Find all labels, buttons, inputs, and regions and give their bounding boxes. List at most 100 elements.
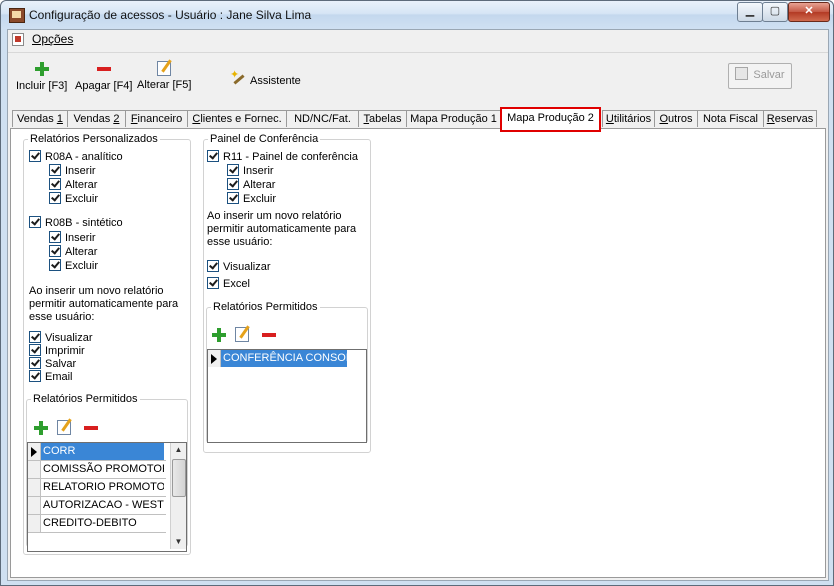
grid-cell[interactable]: RELATORIO PROMOTOR xyxy=(41,479,164,496)
tab-mapa-producao-2[interactable]: Mapa Produção 2 xyxy=(500,107,601,132)
grid-cell[interactable]: AUTORIZACAO - WEST xyxy=(41,497,164,514)
delete-label: Apagar [F4] xyxy=(75,80,133,92)
table-row[interactable]: CREDITO-DEBITO xyxy=(28,515,166,533)
scroll-thumb[interactable] xyxy=(172,459,186,497)
checkbox-r08b-excluir[interactable]: Excluir xyxy=(49,259,98,272)
right-permitted-grid[interactable]: CONFERÊNCIA CONSOL xyxy=(207,349,367,443)
magic-wand-icon xyxy=(230,68,246,87)
tab-financeiro[interactable]: Financeiro xyxy=(125,110,188,127)
assistant-button[interactable]: Assistente xyxy=(230,68,301,87)
checkbox-box[interactable] xyxy=(29,216,41,228)
checkbox-r11-inserir[interactable]: Inserir xyxy=(227,164,274,177)
table-row[interactable]: CONFERÊNCIA CONSOL xyxy=(208,350,366,367)
scroll-up-icon[interactable]: ▲ xyxy=(171,443,186,457)
tab-outros[interactable]: Outros xyxy=(654,110,698,127)
left-permitted-grid[interactable]: CORR COMISSÃO PROMOTOR RELATORIO PROMOTO… xyxy=(27,442,187,552)
toolbar: Incluir [F3] Apagar [F4] Alterar [F5] As… xyxy=(8,52,828,105)
checkbox-visualizar[interactable]: Visualizar xyxy=(29,331,93,344)
checkbox-box[interactable] xyxy=(207,277,219,289)
checkbox-r11-excluir[interactable]: Excluir xyxy=(227,192,276,205)
configuracao-window: Configuração de acessos - Usuário : Jane… xyxy=(0,0,834,586)
scroll-down-icon[interactable]: ▼ xyxy=(171,535,186,549)
close-button[interactable]: ✕ xyxy=(788,2,830,22)
edit-icon[interactable] xyxy=(57,420,71,435)
tab-vendas-2[interactable]: Vendas 2 xyxy=(67,110,126,127)
vertical-scrollbar[interactable]: ▲ ▼ xyxy=(170,443,186,549)
checkbox-box[interactable] xyxy=(29,150,41,162)
checkbox-box[interactable] xyxy=(29,357,41,369)
row-header xyxy=(28,479,41,496)
checkbox-email[interactable]: Email xyxy=(29,370,73,383)
auto-permission-note: Ao inserir um novo relatório permitir au… xyxy=(207,210,357,248)
checkbox-box[interactable] xyxy=(49,192,61,204)
grid-cell[interactable]: CONFERÊNCIA CONSOL xyxy=(221,350,347,367)
tab-clientes-fornec[interactable]: Clientes e Fornec. xyxy=(187,110,287,127)
right-permitted-toolbar xyxy=(211,327,291,345)
checkbox-excel[interactable]: Excel xyxy=(207,277,250,290)
assistant-label: Assistente xyxy=(250,75,301,87)
checkbox-box[interactable] xyxy=(49,164,61,176)
tab-mapa-producao-1[interactable]: Mapa Produção 1 xyxy=(406,110,501,127)
tab-strip: Vendas 1 Vendas 2 Financeiro Clientes e … xyxy=(8,107,828,132)
menu-options[interactable]: Opções xyxy=(32,32,73,46)
checkbox-r11-alterar[interactable]: Alterar xyxy=(227,178,275,191)
client-area: Opções Incluir [F3] Apagar [F4] Alterar … xyxy=(7,29,829,581)
tab-utilitarios[interactable]: Utilitários xyxy=(602,110,655,127)
checkbox-box[interactable] xyxy=(207,260,219,272)
tab-nd-nc-fat[interactable]: ND/NC/Fat. xyxy=(286,110,359,127)
checkbox-box[interactable] xyxy=(49,178,61,190)
auto-permission-note: Ao inserir um novo relatório permitir au… xyxy=(29,285,179,323)
checkbox-r-visualizar[interactable]: Visualizar xyxy=(207,260,271,273)
table-row[interactable]: AUTORIZACAO - WEST xyxy=(28,497,166,515)
checkbox-box[interactable] xyxy=(29,331,41,343)
tab-vendas-1[interactable]: Vendas 1 xyxy=(12,110,68,127)
checkbox-r08a-alterar[interactable]: Alterar xyxy=(49,178,97,191)
row-header xyxy=(28,515,41,532)
checkbox-r11[interactable]: R11 - Painel de conferência xyxy=(207,150,358,163)
save-button[interactable]: Salvar xyxy=(728,63,792,89)
tab-nota-fiscal[interactable]: Nota Fiscal xyxy=(697,110,764,127)
checkbox-box[interactable] xyxy=(207,150,219,162)
grid-cell[interactable]: CORR xyxy=(41,443,164,460)
minimize-button[interactable]: ▁ xyxy=(737,2,763,22)
checkbox-box[interactable] xyxy=(49,231,61,243)
table-row[interactable]: CORR xyxy=(28,443,166,461)
checkbox-r08b-inserir[interactable]: Inserir xyxy=(49,231,96,244)
edit-button[interactable]: Alterar [F5] xyxy=(137,61,191,91)
checkbox-r08b[interactable]: R08B - sintético xyxy=(29,216,123,229)
insert-button[interactable]: Incluir [F3] xyxy=(16,61,67,92)
minus-icon[interactable] xyxy=(83,420,99,436)
checkbox-box[interactable] xyxy=(29,344,41,356)
checkbox-box[interactable] xyxy=(49,259,61,271)
plus-icon[interactable] xyxy=(33,420,49,436)
title-bar[interactable]: Configuração de acessos - Usuário : Jane… xyxy=(1,1,833,29)
plus-icon[interactable] xyxy=(211,327,227,343)
checkbox-r08a[interactable]: R08A - analítico xyxy=(29,150,123,163)
checkbox-box[interactable] xyxy=(227,192,239,204)
edit-icon[interactable] xyxy=(235,327,249,342)
checkbox-box[interactable] xyxy=(227,178,239,190)
group-title: Painel de Conferência xyxy=(210,133,319,145)
tab-reservas[interactable]: Reservas xyxy=(763,110,817,127)
checkbox-r08a-excluir[interactable]: Excluir xyxy=(49,192,98,205)
window-title: Configuração de acessos - Usuário : Jane… xyxy=(29,8,312,22)
grid-cell[interactable]: COMISSÃO PROMOTOR xyxy=(41,461,164,478)
app-icon xyxy=(9,8,25,23)
checkbox-r08b-alterar[interactable]: Alterar xyxy=(49,245,97,258)
grid-cell[interactable]: CREDITO-DEBITO xyxy=(41,515,164,532)
tab-tabelas[interactable]: Tabelas xyxy=(358,110,407,127)
maximize-button[interactable]: ▢ xyxy=(762,2,788,22)
checkbox-box[interactable] xyxy=(29,370,41,382)
delete-button[interactable]: Apagar [F4] xyxy=(75,61,132,92)
checkbox-imprimir[interactable]: Imprimir xyxy=(29,344,85,357)
edit-icon xyxy=(157,61,172,76)
checkbox-box[interactable] xyxy=(227,164,239,176)
checkbox-r08a-inserir[interactable]: Inserir xyxy=(49,164,96,177)
group-title: Relatórios Personalizados xyxy=(30,133,158,145)
minus-icon[interactable] xyxy=(261,327,277,343)
checkbox-box[interactable] xyxy=(49,245,61,257)
insert-label: Incluir [F3] xyxy=(16,80,68,92)
table-row[interactable]: RELATORIO PROMOTOR xyxy=(28,479,166,497)
table-row[interactable]: COMISSÃO PROMOTOR xyxy=(28,461,166,479)
checkbox-salvar[interactable]: Salvar xyxy=(29,357,76,370)
